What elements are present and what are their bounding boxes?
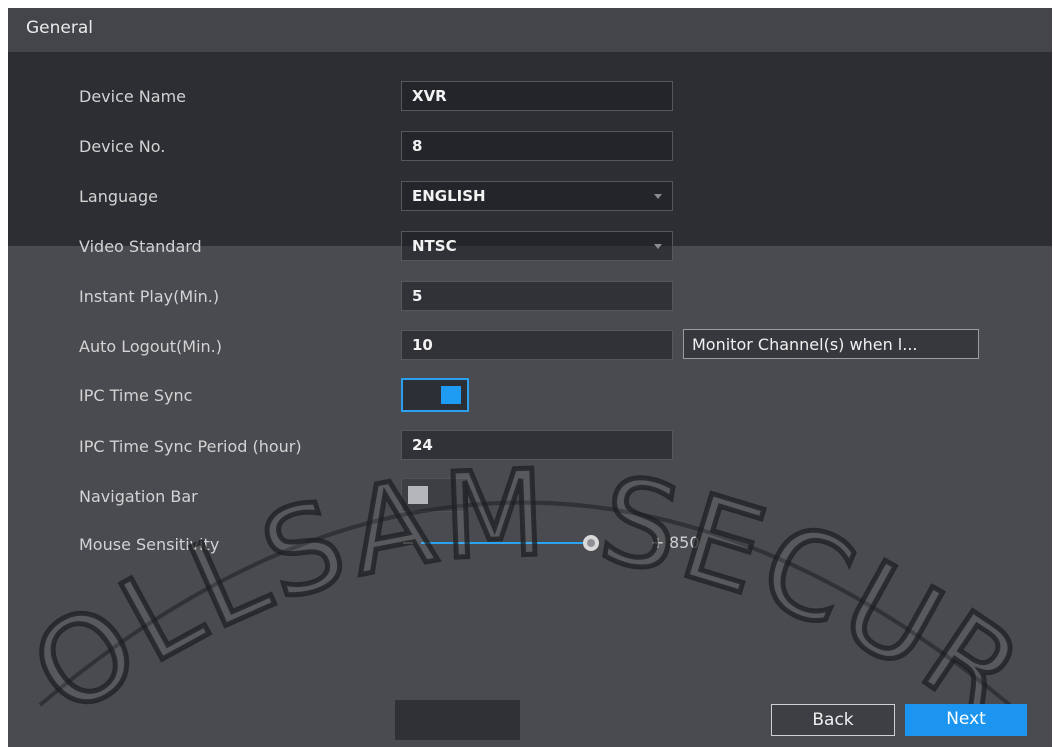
ipc-time-sync-toggle[interactable] — [401, 378, 469, 412]
device-no-value: 8 — [412, 137, 423, 155]
ipc-time-sync-period-input[interactable]: 24 — [401, 430, 673, 460]
back-button[interactable]: Back — [771, 704, 895, 736]
device-name-label: Device Name — [79, 87, 187, 106]
device-no-input[interactable]: 8 — [401, 131, 673, 161]
device-no-label: Device No. — [79, 137, 166, 156]
caret-down-icon — [654, 194, 662, 199]
plus-icon[interactable]: + — [651, 533, 664, 552]
toggle-knob — [441, 386, 461, 404]
page-title: General — [26, 18, 93, 38]
toggle-knob — [408, 486, 428, 504]
next-button[interactable]: Next — [905, 704, 1027, 736]
language-value: ENGLISH — [412, 187, 486, 205]
slider-thumb-icon[interactable] — [583, 535, 599, 551]
mouse-sensitivity-value: 850 — [669, 533, 700, 552]
mouse-sensitivity-slider[interactable]: + 850 — [403, 528, 723, 558]
minus-icon[interactable] — [403, 542, 413, 544]
auto-logout-input[interactable]: 10 — [401, 330, 673, 360]
auto-logout-value: 10 — [412, 336, 433, 354]
auto-logout-label: Auto Logout(Min.) — [79, 337, 222, 356]
video-standard-value: NTSC — [412, 237, 457, 255]
caret-down-icon — [654, 244, 662, 249]
language-select[interactable]: ENGLISH — [401, 181, 673, 211]
instant-play-input[interactable]: 5 — [401, 281, 673, 311]
instant-play-value: 5 — [412, 287, 423, 305]
screen: General Device Name XVR Device No. 8 Lan… — [0, 0, 1054, 747]
instant-play-label: Instant Play(Min.) — [79, 287, 220, 306]
general-settings-panel: General Device Name XVR Device No. 8 Lan… — [8, 8, 1052, 747]
navigation-bar-toggle[interactable] — [401, 478, 469, 512]
navigation-bar-label: Navigation Bar — [79, 487, 198, 506]
monitor-channels-label: Monitor Channel(s) when l... — [692, 335, 918, 354]
video-standard-label: Video Standard — [79, 237, 202, 256]
video-standard-select[interactable]: NTSC — [401, 231, 673, 261]
device-name-value: XVR — [412, 87, 447, 105]
monitor-channels-button[interactable]: Monitor Channel(s) when l... — [683, 329, 979, 359]
slider-track-fill — [421, 542, 591, 544]
panel-header: General — [8, 8, 1052, 52]
ipc-time-sync-label: IPC Time Sync — [79, 386, 193, 405]
language-label: Language — [79, 187, 158, 206]
ipc-time-sync-period-label: IPC Time Sync Period (hour) — [79, 437, 302, 456]
device-name-input[interactable]: XVR — [401, 81, 673, 111]
ipc-time-sync-period-value: 24 — [412, 436, 433, 454]
mouse-sensitivity-label: Mouse Sensitivity — [79, 535, 220, 554]
